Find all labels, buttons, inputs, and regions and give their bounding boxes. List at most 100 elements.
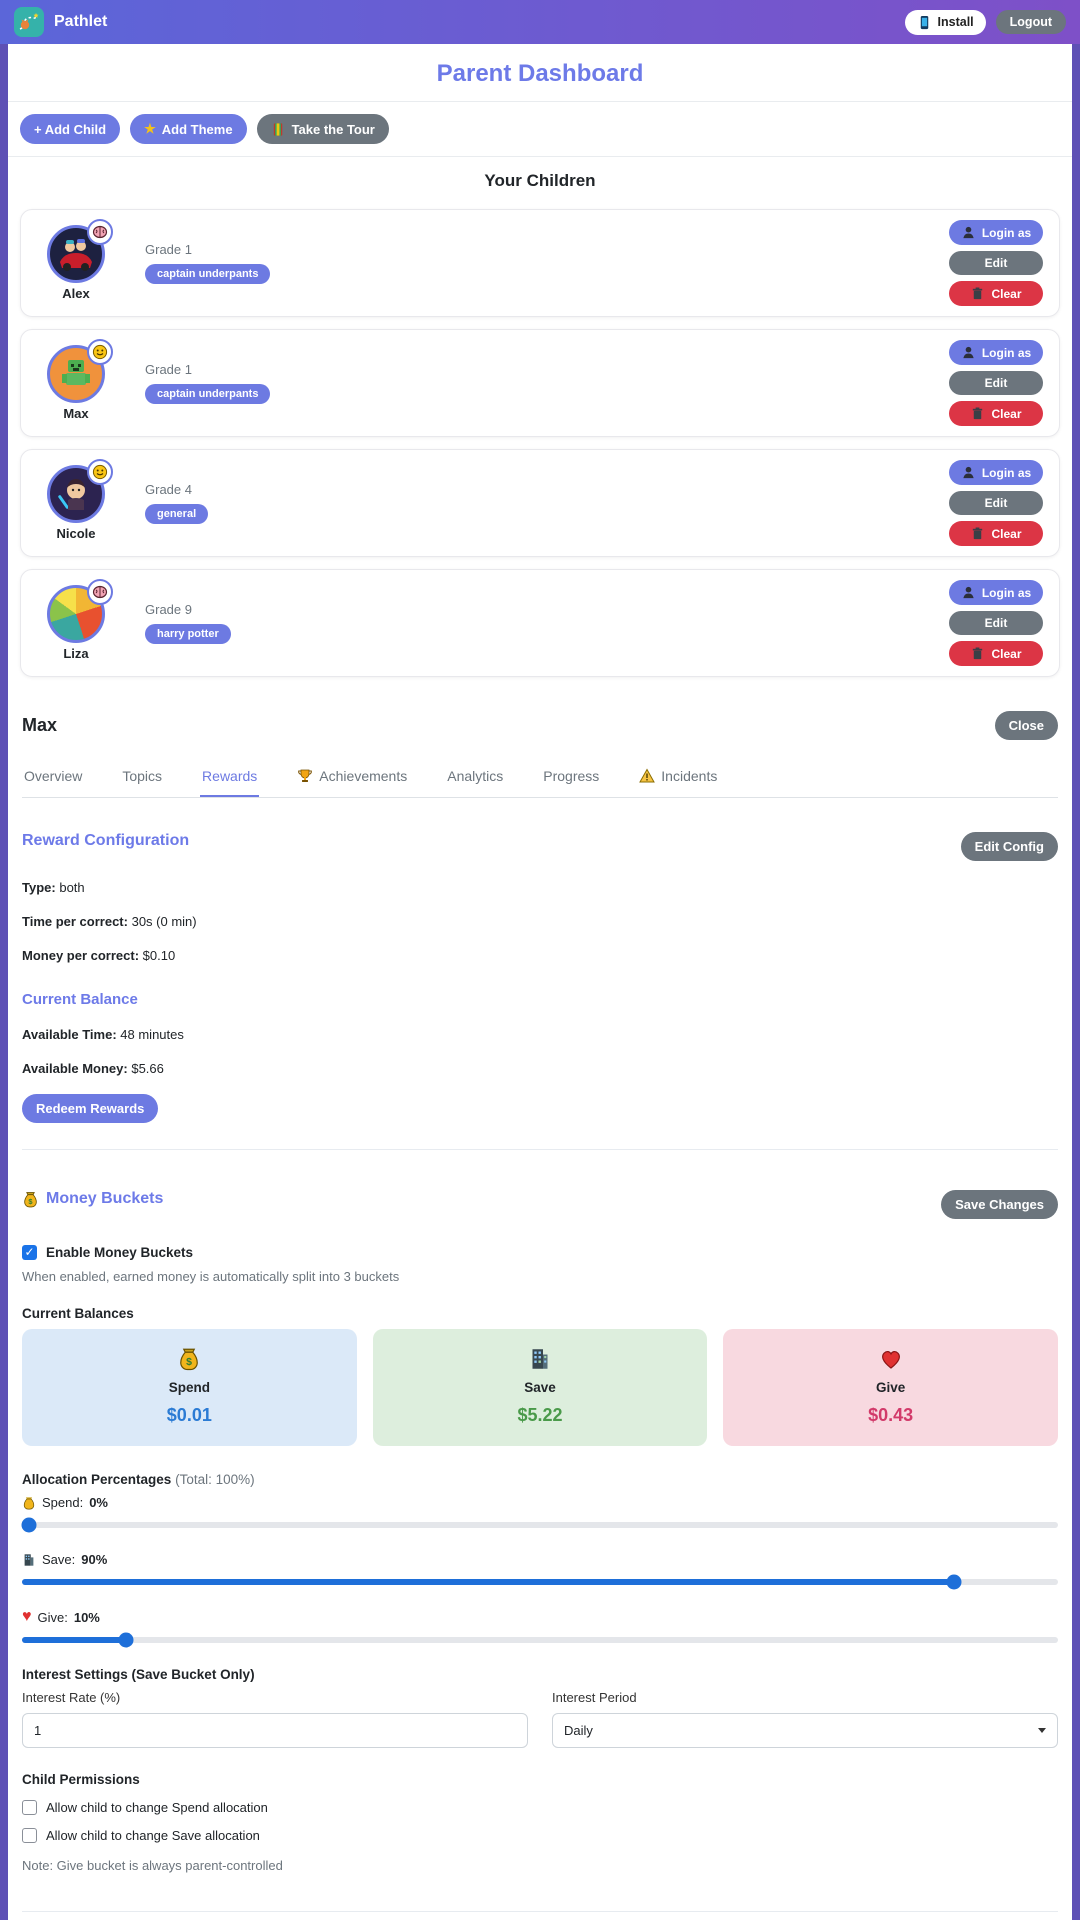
slider-label: Spend:: [42, 1495, 84, 1510]
interest-rate-label: Interest Rate (%): [22, 1690, 121, 1705]
tab-progress[interactable]: Progress: [541, 758, 601, 797]
tab-label: Topics: [122, 768, 163, 784]
money-bag-icon: $: [180, 1348, 199, 1371]
spend-slider[interactable]: [21, 1517, 1058, 1533]
login-as-button[interactable]: Login as: [949, 580, 1043, 605]
bucket-save: Save $5.22: [372, 1329, 708, 1446]
allocation-total: (Total: 100%): [175, 1472, 255, 1487]
tab-label: Rewards: [202, 768, 258, 784]
take-tour-button[interactable]: Take the Tour: [256, 114, 389, 144]
install-button[interactable]: Install: [904, 9, 986, 35]
edit-label: Edit: [984, 616, 1008, 630]
login-as-button[interactable]: Login as: [949, 340, 1043, 365]
slider-thumb[interactable]: [118, 1632, 134, 1648]
slider-label: Save:: [42, 1552, 76, 1567]
bucket-value: $0.43: [868, 1405, 914, 1425]
clear-button[interactable]: Clear: [949, 641, 1043, 666]
allow-spend-checkbox[interactable]: [22, 1800, 37, 1815]
divider: [22, 1911, 1058, 1912]
interest-period-select[interactable]: Daily: [552, 1713, 1058, 1748]
tab-rewards[interactable]: Rewards: [200, 758, 260, 797]
theme-badge: harry potter: [145, 624, 231, 644]
trash-icon: [973, 407, 983, 420]
tab-overview[interactable]: Overview: [22, 758, 84, 797]
tab-achievements[interactable]: Achievements: [295, 758, 409, 797]
save-slider-group: Save: 90%: [22, 1552, 1058, 1590]
interest-settings-heading: Interest Settings (Save Bucket Only): [22, 1667, 255, 1682]
page-title: Parent Dashboard: [436, 60, 644, 87]
edit-button[interactable]: Edit: [949, 491, 1043, 515]
bucket-give: Give $0.43: [723, 1329, 1058, 1446]
slider-thumb[interactable]: [946, 1574, 962, 1590]
login-as-label: Login as: [981, 225, 1032, 240]
clear-label: Clear: [991, 526, 1022, 541]
clear-button[interactable]: Clear: [949, 521, 1043, 546]
divider: [22, 1149, 1058, 1150]
clear-label: Clear: [991, 406, 1022, 421]
app-header: Pathlet Install Logout: [0, 0, 1080, 44]
warning-icon: [639, 768, 656, 783]
edit-button[interactable]: Edit: [949, 611, 1043, 635]
theme-badge: captain underpants: [145, 384, 271, 404]
edit-config-button[interactable]: Edit Config: [960, 832, 1058, 861]
add-child-label: + Add Child: [34, 121, 107, 137]
trash-icon: [973, 647, 983, 660]
close-button[interactable]: Close: [994, 711, 1058, 740]
interest-rate-input[interactable]: [22, 1713, 528, 1748]
slider-value: 0%: [89, 1495, 108, 1510]
clear-button[interactable]: Clear: [949, 401, 1043, 426]
bank-icon: [532, 1349, 548, 1369]
login-as-label: Login as: [981, 465, 1032, 480]
heart-icon: ♥: [22, 1608, 32, 1625]
add-theme-button[interactable]: ★ Add Theme: [130, 114, 247, 144]
main-card: Parent Dashboard + Add Child ★ Add Theme…: [8, 44, 1072, 1920]
child-card-max: Max Grade 1 captain underpants Login as …: [20, 329, 1060, 437]
smiley-badge-icon: [87, 339, 113, 365]
give-slider[interactable]: [22, 1632, 1058, 1648]
current-balances-label: Current Balances: [22, 1306, 134, 1321]
slider-value: 90%: [81, 1552, 108, 1567]
tab-analytics[interactable]: Analytics: [445, 758, 505, 797]
save-changes-button[interactable]: Save Changes: [941, 1190, 1058, 1219]
reward-time-line: Time per correct: 30s (0 min): [22, 914, 197, 929]
edit-label: Edit: [984, 256, 1008, 270]
svg-text:$: $: [186, 1356, 192, 1368]
save-slider[interactable]: [22, 1574, 1058, 1590]
theme-badge: general: [145, 504, 209, 524]
add-child-button[interactable]: + Add Child: [20, 114, 121, 144]
available-time-line: Available Time: 48 minutes: [22, 1027, 184, 1042]
money-buckets-label: Money Buckets: [46, 1190, 164, 1207]
allocation-heading: Allocation Percentages (Total: 100%): [22, 1472, 255, 1487]
child-grade: Grade 1: [145, 362, 192, 377]
slider-thumb[interactable]: [21, 1517, 37, 1533]
money-bag-icon: $: [24, 1191, 37, 1207]
logout-button[interactable]: Logout: [995, 10, 1066, 34]
tab-incidents[interactable]: Incidents: [637, 758, 719, 797]
person-icon: [963, 586, 974, 599]
chevron-down-icon: [1038, 1728, 1046, 1733]
trash-icon: [973, 527, 983, 540]
allow-save-checkbox[interactable]: [22, 1828, 37, 1843]
edit-button[interactable]: Edit: [949, 251, 1043, 275]
your-children-heading: Your Children: [484, 171, 596, 190]
bucket-name: Spend: [168, 1380, 210, 1395]
tab-topics[interactable]: Topics: [120, 758, 164, 797]
tab-label: Analytics: [447, 768, 504, 784]
tab-label: Overview: [24, 768, 83, 784]
redeem-rewards-button[interactable]: Redeem Rewards: [22, 1094, 159, 1123]
child-name: Nicole: [56, 526, 96, 541]
detail-child-name: Max: [22, 715, 58, 735]
allow-spend-label: Allow child to change Spend allocation: [46, 1800, 268, 1815]
edit-label: Edit: [984, 496, 1008, 510]
install-label: Install: [937, 15, 974, 29]
logout-label: Logout: [1009, 15, 1052, 29]
enable-money-buckets-checkbox[interactable]: ✓: [22, 1245, 37, 1260]
money-buckets-heading: $ Money Buckets: [22, 1190, 941, 1208]
login-as-button[interactable]: Login as: [949, 220, 1043, 245]
login-as-button[interactable]: Login as: [949, 460, 1043, 485]
brain-badge-icon: [87, 219, 113, 245]
edit-button[interactable]: Edit: [949, 371, 1043, 395]
available-money-line: Available Money: $5.66: [22, 1061, 164, 1076]
clear-button[interactable]: Clear: [949, 281, 1043, 306]
interest-period-label: Interest Period: [552, 1690, 637, 1705]
